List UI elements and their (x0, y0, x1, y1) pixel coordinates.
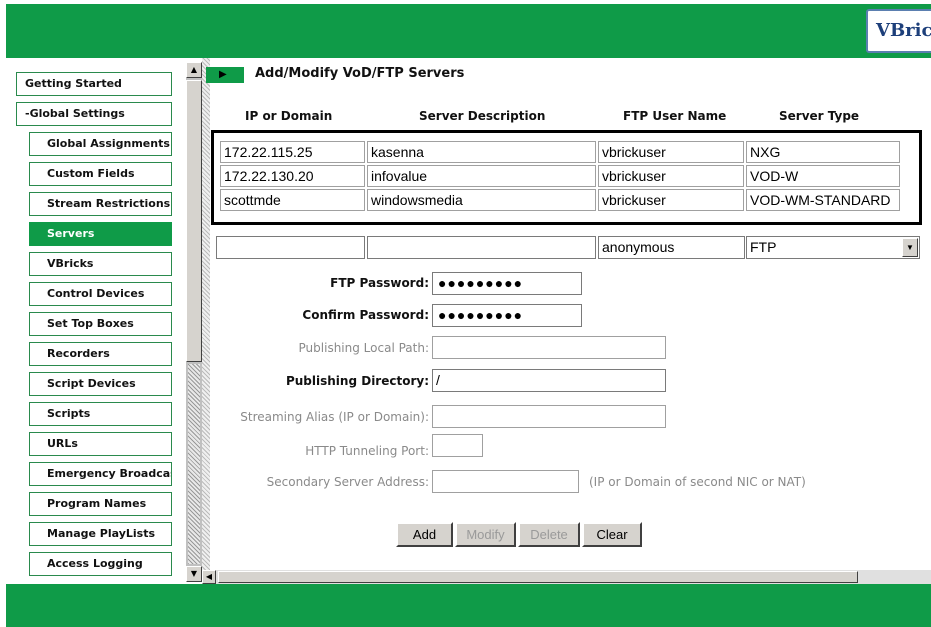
scroll-track[interactable] (188, 364, 200, 564)
sidebar-item-custom-fields[interactable]: Custom Fields (29, 162, 172, 186)
logo-text: VBric (876, 20, 931, 41)
sidebar-item-urls[interactable]: URLs (29, 432, 172, 456)
sidebar-item-recorders[interactable]: Recorders (29, 342, 172, 366)
server-type-cell[interactable]: NXG (746, 141, 900, 163)
horizontal-scroll-thumb[interactable] (218, 571, 858, 583)
sidebar-item-control-devices[interactable]: Control Devices (29, 282, 172, 306)
sidebar-scrollbar[interactable]: ▲ ▼ (186, 62, 202, 582)
server-ip-cell[interactable]: scottmde (220, 189, 365, 211)
footer-bar (6, 584, 931, 627)
scroll-left-icon[interactable]: ◀ (202, 570, 216, 584)
page-title: Add/Modify VoD/FTP Servers (255, 66, 465, 81)
vbrick-logo: VBric (866, 9, 931, 53)
ftp-password-label: FTP Password: (330, 276, 429, 290)
new-description-input[interactable] (367, 236, 596, 259)
col-header-description: Server Description (419, 109, 546, 123)
publishing-directory-label: Publishing Directory: (285, 374, 429, 388)
col-header-ftp-user: FTP User Name (623, 109, 727, 123)
secondary-server-label: Secondary Server Address: (266, 475, 429, 489)
col-header-server-type: Server Type (779, 109, 860, 123)
scroll-down-icon[interactable]: ▼ (186, 566, 202, 582)
scroll-up-icon[interactable]: ▲ (186, 62, 202, 78)
http-tunneling-port-label: HTTP Tunneling Port: (305, 444, 429, 458)
sidebar-item-manage-playlists[interactable]: Manage PlayLists (29, 522, 172, 546)
sidebar-item-vbricks[interactable]: VBricks (29, 252, 172, 276)
server-description-cell[interactable]: kasenna (367, 141, 596, 163)
secondary-server-field[interactable] (432, 470, 579, 493)
server-type-cell[interactable]: VOD-WM-STANDARD (746, 189, 900, 211)
ftp-password-field[interactable]: ●●●●●●●●● (432, 272, 582, 295)
publishing-directory-field[interactable]: / (432, 369, 666, 392)
sidebar-item-emergency-broadcast[interactable]: Emergency Broadcast (29, 462, 172, 486)
server-ftp-user-cell[interactable]: vbrickuser (598, 189, 744, 211)
server-description-cell[interactable]: windowsmedia (367, 189, 596, 211)
clear-button[interactable]: Clear (582, 522, 642, 547)
delete-button[interactable]: Delete (518, 522, 580, 547)
horizontal-scrollbar[interactable]: ◀ (202, 570, 931, 584)
modify-button[interactable]: Modify (455, 522, 516, 547)
new-ftp-user-input[interactable]: anonymous (598, 236, 745, 259)
play-icon: ▶ (206, 67, 244, 83)
sidebar-item-servers[interactable]: Servers (29, 222, 172, 246)
add-button[interactable]: Add (396, 522, 453, 547)
frame-divider[interactable] (202, 58, 210, 584)
server-description-cell[interactable]: infovalue (367, 165, 596, 187)
streaming-alias-label: Streaming Alias (IP or Domain): (240, 410, 429, 424)
confirm-password-dots: ●●●●●●●●● (438, 307, 524, 323)
chevron-down-icon[interactable]: ▼ (902, 238, 918, 257)
sidebar-item-global-settings[interactable]: -Global Settings (16, 102, 172, 126)
col-header-ip: IP or Domain (245, 109, 333, 123)
publishing-local-path-label: Publishing Local Path: (298, 341, 429, 355)
publishing-local-path-field[interactable] (432, 336, 666, 359)
sidebar-item-scripts[interactable]: Scripts (29, 402, 172, 426)
confirm-password-field[interactable]: ●●●●●●●●● (432, 304, 582, 327)
header-bar (6, 4, 931, 58)
sidebar-item-program-names[interactable]: Program Names (29, 492, 172, 516)
secondary-server-note: (IP or Domain of second NIC or NAT) (589, 475, 806, 489)
streaming-alias-field[interactable] (432, 405, 666, 428)
server-ip-cell[interactable]: 172.22.115.25 (220, 141, 365, 163)
sidebar-item-set-top-boxes[interactable]: Set Top Boxes (29, 312, 172, 336)
new-ip-input[interactable] (216, 236, 365, 259)
server-ip-cell[interactable]: 172.22.130.20 (220, 165, 365, 187)
server-ftp-user-cell[interactable]: vbrickuser (598, 165, 744, 187)
sidebar-item-access-logging[interactable]: Access Logging (29, 552, 172, 576)
sidebar-item-global-assignments[interactable]: Global Assignments (29, 132, 172, 156)
scroll-thumb[interactable] (186, 80, 202, 362)
server-type-select[interactable]: FTP ▼ (746, 236, 920, 259)
ftp-password-dots: ●●●●●●●●● (438, 275, 524, 291)
sidebar-item-stream-restrictions[interactable]: Stream Restrictions (29, 192, 172, 216)
server-ftp-user-cell[interactable]: vbrickuser (598, 141, 744, 163)
sidebar-item-getting-started[interactable]: Getting Started (16, 72, 172, 96)
http-tunneling-port-field[interactable] (432, 434, 483, 457)
server-type-value: FTP (750, 239, 777, 255)
confirm-password-label: Confirm Password: (302, 308, 429, 322)
sidebar-item-script-devices[interactable]: Script Devices (29, 372, 172, 396)
server-type-cell[interactable]: VOD-W (746, 165, 900, 187)
